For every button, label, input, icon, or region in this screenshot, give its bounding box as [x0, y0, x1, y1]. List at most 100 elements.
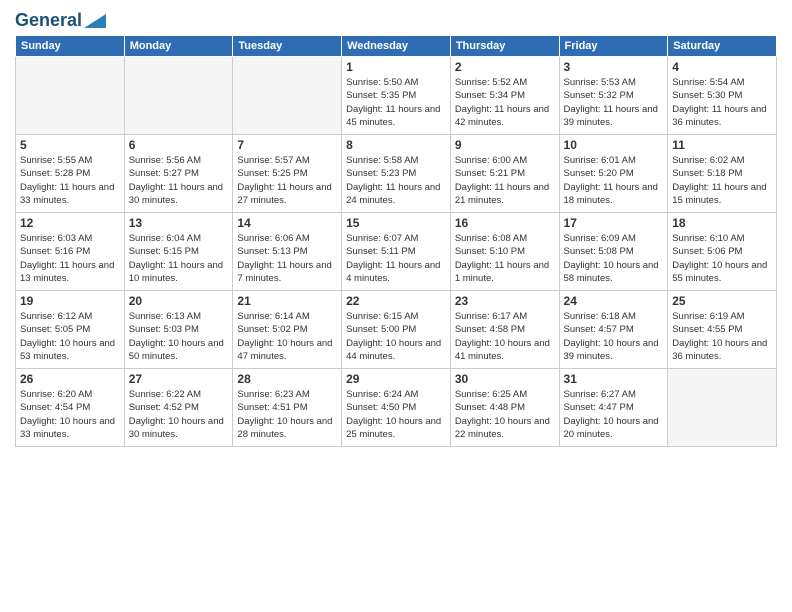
day-number: 14	[237, 216, 337, 230]
day-cell-12: 12 Sunrise: 6:03 AM Sunset: 5:16 PM Dayli…	[16, 213, 125, 291]
calendar-header: SundayMondayTuesdayWednesdayThursdayFrid…	[16, 36, 777, 57]
day-cell-4: 4Sunrise: 5:54 AM Sunset: 5:30 PM Daylig…	[668, 57, 777, 135]
calendar-body: 1Sunrise: 5:50 AM Sunset: 5:35 PM Daylig…	[16, 57, 777, 447]
week-row-5: 26Sunrise: 6:20 AM Sunset: 4:54 PM Dayli…	[16, 369, 777, 447]
day-cell-24: 24 Sunrise: 6:18 AM Sunset: 4:57 PM Dayli…	[559, 291, 668, 369]
logo: General	[15, 10, 106, 27]
day-number: 10	[564, 138, 664, 152]
day-number: 23	[455, 294, 555, 308]
day-cell-15: 15 Sunrise: 6:07 AM Sunset: 5:11 PM Dayli…	[342, 213, 451, 291]
day-number: 19	[20, 294, 120, 308]
day-cell-23: 23 Sunrise: 6:17 AM Sunset: 4:58 PM Dayli…	[450, 291, 559, 369]
day-info: Sunrise: 6:24 AM Sunset: 4:50 PM Dayligh…	[346, 388, 446, 441]
day-header-wednesday: Wednesday	[342, 36, 451, 57]
day-info: Sunrise: 6:20 AM Sunset: 4:54 PM Dayligh…	[20, 388, 120, 441]
week-row-4: 19 Sunrise: 6:12 AM Sunset: 5:05 PM Dayli…	[16, 291, 777, 369]
day-number: 2	[455, 60, 555, 74]
day-cell-3: 3 Sunrise: 5:53 AM Sunset: 5:32 PM Daylig…	[559, 57, 668, 135]
day-info: Sunrise: 6:08 AM Sunset: 5:10 PM Dayligh…	[455, 232, 555, 285]
day-cell-21: 21 Sunrise: 6:14 AM Sunset: 5:02 PM Dayli…	[233, 291, 342, 369]
day-cell-31: 31Sunrise: 6:27 AM Sunset: 4:47 PM Dayli…	[559, 369, 668, 447]
day-number: 30	[455, 372, 555, 386]
header-row: SundayMondayTuesdayWednesdayThursdayFrid…	[16, 36, 777, 57]
page-header: General	[15, 10, 777, 27]
day-info: Sunrise: 6:14 AM Sunset: 5:02 PM Dayligh…	[237, 310, 337, 363]
day-info: Sunrise: 6:22 AM Sunset: 4:52 PM Dayligh…	[129, 388, 229, 441]
day-cell-18: 18 Sunrise: 6:10 AM Sunset: 5:06 PM Dayli…	[668, 213, 777, 291]
day-number: 22	[346, 294, 446, 308]
day-info: Sunrise: 5:56 AM Sunset: 5:27 PM Dayligh…	[129, 154, 229, 207]
logo-icon	[84, 14, 106, 28]
day-number: 16	[455, 216, 555, 230]
day-cell-2: 2 Sunrise: 5:52 AM Sunset: 5:34 PM Daylig…	[450, 57, 559, 135]
day-cell-27: 27Sunrise: 6:22 AM Sunset: 4:52 PM Dayli…	[124, 369, 233, 447]
day-info: Sunrise: 6:18 AM Sunset: 4:57 PM Dayligh…	[564, 310, 664, 363]
day-cell-5: 5 Sunrise: 5:55 AM Sunset: 5:28 PM Daylig…	[16, 135, 125, 213]
day-cell-14: 14 Sunrise: 6:06 AM Sunset: 5:13 PM Dayli…	[233, 213, 342, 291]
empty-cell	[233, 57, 342, 135]
day-number: 15	[346, 216, 446, 230]
day-info: Sunrise: 6:02 AM Sunset: 5:18 PM Dayligh…	[672, 154, 772, 207]
day-number: 12	[20, 216, 120, 230]
day-cell-17: 17Sunrise: 6:09 AM Sunset: 5:08 PM Dayli…	[559, 213, 668, 291]
day-info: Sunrise: 6:15 AM Sunset: 5:00 PM Dayligh…	[346, 310, 446, 363]
day-number: 5	[20, 138, 120, 152]
day-number: 20	[129, 294, 229, 308]
day-info: Sunrise: 6:19 AM Sunset: 4:55 PM Dayligh…	[672, 310, 772, 363]
empty-cell	[668, 369, 777, 447]
day-number: 13	[129, 216, 229, 230]
day-number: 18	[672, 216, 772, 230]
day-info: Sunrise: 6:13 AM Sunset: 5:03 PM Dayligh…	[129, 310, 229, 363]
day-header-sunday: Sunday	[16, 36, 125, 57]
day-number: 11	[672, 138, 772, 152]
logo-general: General	[15, 10, 82, 31]
day-info: Sunrise: 5:50 AM Sunset: 5:35 PM Dayligh…	[346, 76, 446, 129]
day-info: Sunrise: 5:55 AM Sunset: 5:28 PM Dayligh…	[20, 154, 120, 207]
day-header-tuesday: Tuesday	[233, 36, 342, 57]
day-cell-1: 1Sunrise: 5:50 AM Sunset: 5:35 PM Daylig…	[342, 57, 451, 135]
day-cell-13: 13 Sunrise: 6:04 AM Sunset: 5:15 PM Dayli…	[124, 213, 233, 291]
day-info: Sunrise: 5:57 AM Sunset: 5:25 PM Dayligh…	[237, 154, 337, 207]
day-number: 3	[564, 60, 664, 74]
day-header-thursday: Thursday	[450, 36, 559, 57]
day-info: Sunrise: 5:53 AM Sunset: 5:32 PM Dayligh…	[564, 76, 664, 129]
day-info: Sunrise: 5:58 AM Sunset: 5:23 PM Dayligh…	[346, 154, 446, 207]
day-cell-9: 9Sunrise: 6:00 AM Sunset: 5:21 PM Daylig…	[450, 135, 559, 213]
day-cell-8: 8 Sunrise: 5:58 AM Sunset: 5:23 PM Daylig…	[342, 135, 451, 213]
day-info: Sunrise: 6:10 AM Sunset: 5:06 PM Dayligh…	[672, 232, 772, 285]
day-number: 8	[346, 138, 446, 152]
day-cell-28: 28Sunrise: 6:23 AM Sunset: 4:51 PM Dayli…	[233, 369, 342, 447]
day-info: Sunrise: 6:04 AM Sunset: 5:15 PM Dayligh…	[129, 232, 229, 285]
day-cell-22: 22 Sunrise: 6:15 AM Sunset: 5:00 PM Dayli…	[342, 291, 451, 369]
week-row-3: 12 Sunrise: 6:03 AM Sunset: 5:16 PM Dayli…	[16, 213, 777, 291]
day-cell-19: 19 Sunrise: 6:12 AM Sunset: 5:05 PM Dayli…	[16, 291, 125, 369]
day-info: Sunrise: 6:17 AM Sunset: 4:58 PM Dayligh…	[455, 310, 555, 363]
day-header-saturday: Saturday	[668, 36, 777, 57]
day-info: Sunrise: 6:25 AM Sunset: 4:48 PM Dayligh…	[455, 388, 555, 441]
day-info: Sunrise: 6:00 AM Sunset: 5:21 PM Dayligh…	[455, 154, 555, 207]
day-number: 29	[346, 372, 446, 386]
calendar-table: SundayMondayTuesdayWednesdayThursdayFrid…	[15, 35, 777, 447]
day-info: Sunrise: 5:52 AM Sunset: 5:34 PM Dayligh…	[455, 76, 555, 129]
day-info: Sunrise: 6:07 AM Sunset: 5:11 PM Dayligh…	[346, 232, 446, 285]
day-cell-6: 6 Sunrise: 5:56 AM Sunset: 5:27 PM Daylig…	[124, 135, 233, 213]
day-cell-25: 25Sunrise: 6:19 AM Sunset: 4:55 PM Dayli…	[668, 291, 777, 369]
day-info: Sunrise: 6:23 AM Sunset: 4:51 PM Dayligh…	[237, 388, 337, 441]
day-number: 6	[129, 138, 229, 152]
day-number: 24	[564, 294, 664, 308]
empty-cell	[16, 57, 125, 135]
day-info: Sunrise: 6:01 AM Sunset: 5:20 PM Dayligh…	[564, 154, 664, 207]
day-number: 17	[564, 216, 664, 230]
empty-cell	[124, 57, 233, 135]
day-header-monday: Monday	[124, 36, 233, 57]
day-number: 4	[672, 60, 772, 74]
day-info: Sunrise: 6:03 AM Sunset: 5:16 PM Dayligh…	[20, 232, 120, 285]
day-cell-20: 20 Sunrise: 6:13 AM Sunset: 5:03 PM Dayli…	[124, 291, 233, 369]
day-cell-11: 11 Sunrise: 6:02 AM Sunset: 5:18 PM Dayli…	[668, 135, 777, 213]
day-info: Sunrise: 6:12 AM Sunset: 5:05 PM Dayligh…	[20, 310, 120, 363]
day-number: 21	[237, 294, 337, 308]
day-cell-29: 29 Sunrise: 6:24 AM Sunset: 4:50 PM Dayli…	[342, 369, 451, 447]
week-row-1: 1Sunrise: 5:50 AM Sunset: 5:35 PM Daylig…	[16, 57, 777, 135]
day-info: Sunrise: 6:06 AM Sunset: 5:13 PM Dayligh…	[237, 232, 337, 285]
day-cell-10: 10 Sunrise: 6:01 AM Sunset: 5:20 PM Dayli…	[559, 135, 668, 213]
